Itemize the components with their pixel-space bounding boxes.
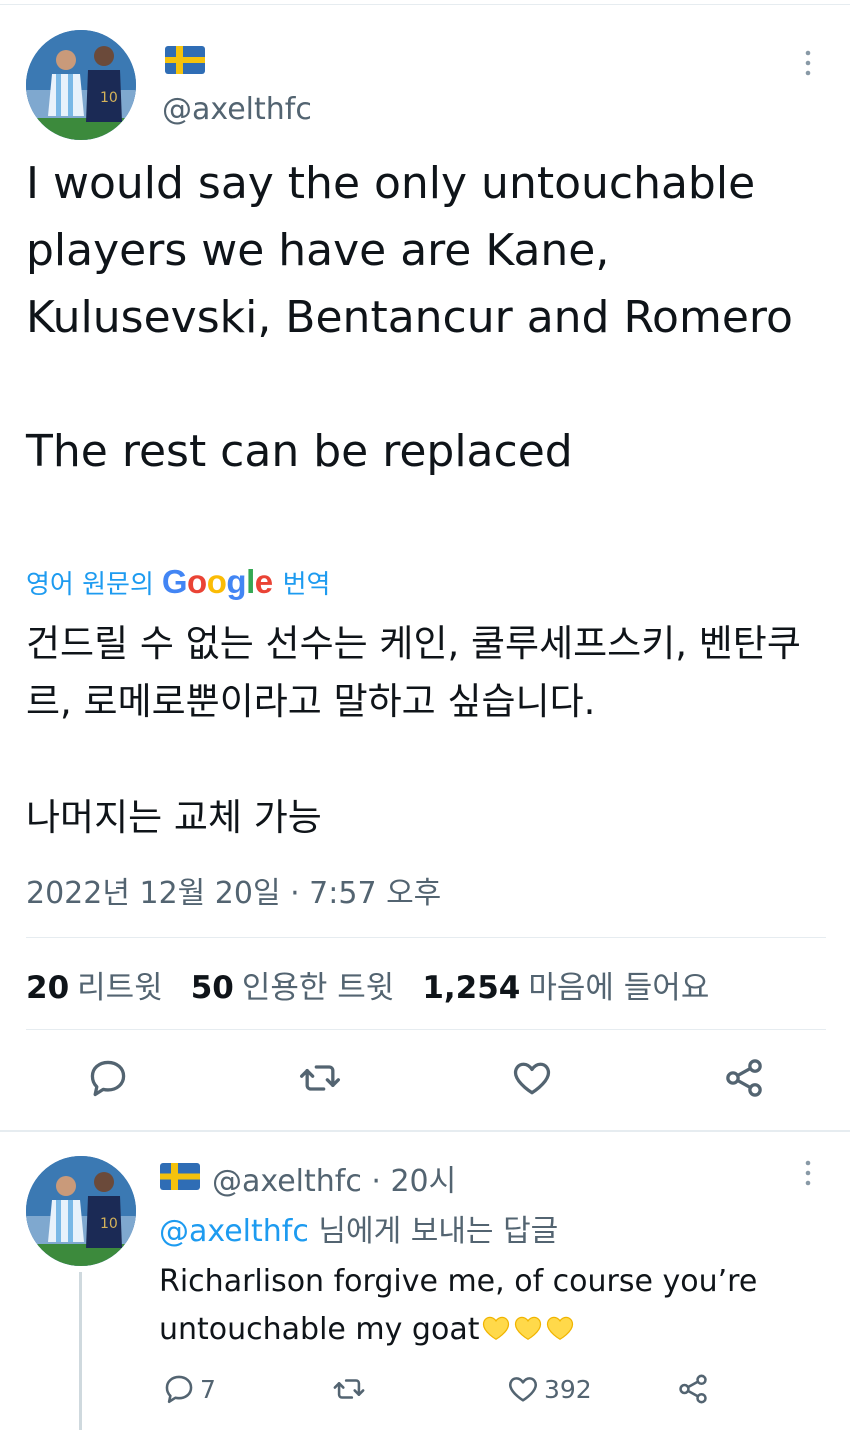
tweet-timestamp[interactable]: 2022년 12월 20일 · 7:57 오후	[26, 868, 441, 912]
translated-text: 건드릴 수 없는 선수는 케인, 쿨루세프스키, 벤탄쿠르, 로메로뿐이라고 말…	[26, 622, 801, 839]
yellow-hearts-emoji	[479, 1315, 575, 1341]
more-options-icon[interactable]	[796, 48, 820, 78]
engagement-stats: 20 리트윗 50 인용한 트윗 1,254 마음에 들어요	[26, 962, 737, 1007]
reply-author-avatar[interactable]: 10	[26, 1156, 136, 1266]
translation-attribution[interactable]: 영어 원문의 Google 번역	[26, 562, 330, 602]
retweet-label: 리트윗	[77, 970, 163, 1006]
reply-to-suffix: 님에게 보내는 답글	[318, 1214, 559, 1249]
translation-prefix: 영어 원문의	[26, 569, 154, 600]
stats-divider-bottom	[26, 1029, 826, 1030]
share-icon	[679, 1374, 707, 1404]
sweden-flag-icon	[165, 46, 205, 74]
translation-suffix: 번역	[282, 569, 331, 600]
like-stat[interactable]: 1,254 마음에 들어요	[422, 962, 709, 1007]
stats-divider-top	[26, 937, 826, 938]
reply-to-mention[interactable]: @axelthfc	[159, 1214, 309, 1249]
reply-like-count: 392	[544, 1374, 592, 1404]
quote-count: 50	[190, 970, 234, 1006]
author-handle[interactable]: @axelthfc	[162, 92, 312, 127]
retweet-icon[interactable]	[298, 1056, 342, 1100]
reply-reply-button[interactable]: 7	[162, 1372, 216, 1406]
top-divider	[0, 4, 850, 5]
reply-author-handle[interactable]: @axelthfc	[212, 1164, 362, 1199]
tweet-text: I would say the only untouchable players…	[26, 158, 793, 477]
reply-header: @axelthfc · 20시	[212, 1156, 456, 1200]
quote-tweet-stat[interactable]: 50 인용한 트윗	[191, 962, 395, 1007]
reply-share-button[interactable]	[676, 1372, 714, 1406]
quote-label: 인용한 트윗	[241, 970, 395, 1006]
reply-like-button[interactable]: 392	[506, 1372, 592, 1406]
reply-time[interactable]: · 20시	[371, 1164, 456, 1199]
retweet-icon	[333, 1379, 365, 1399]
yellow-heart-icon	[547, 1316, 574, 1340]
section-divider	[0, 1130, 850, 1132]
svg-text:10: 10	[100, 90, 118, 106]
svg-text:10: 10	[100, 1216, 118, 1232]
reply-retweet-button[interactable]	[332, 1372, 370, 1406]
reply-text-body: Richarlison forgive me, of course you’re…	[159, 1264, 758, 1347]
like-icon[interactable]	[510, 1056, 554, 1100]
like-count: 1,254	[422, 970, 521, 1006]
thread-line	[79, 1272, 82, 1430]
reply-text: Richarlison forgive me, of course you’re…	[159, 1258, 839, 1354]
author-avatar[interactable]: 10	[26, 30, 136, 140]
yellow-heart-icon	[483, 1316, 510, 1340]
more-options-icon[interactable]	[796, 1158, 820, 1188]
yellow-heart-icon	[515, 1316, 542, 1340]
sweden-flag-icon	[160, 1163, 200, 1190]
retweet-stat[interactable]: 20 리트윗	[26, 962, 163, 1007]
reply-reply-count: 7	[200, 1374, 216, 1404]
retweet-count: 20	[26, 970, 70, 1006]
reply-icon[interactable]	[86, 1056, 130, 1100]
replying-to: @axelthfc 님에게 보내는 답글	[159, 1206, 558, 1250]
like-icon	[509, 1377, 537, 1402]
like-label: 마음에 들어요	[528, 970, 710, 1006]
reply-icon	[165, 1375, 193, 1404]
google-logo: Google	[161, 563, 273, 600]
share-icon[interactable]	[722, 1056, 766, 1100]
